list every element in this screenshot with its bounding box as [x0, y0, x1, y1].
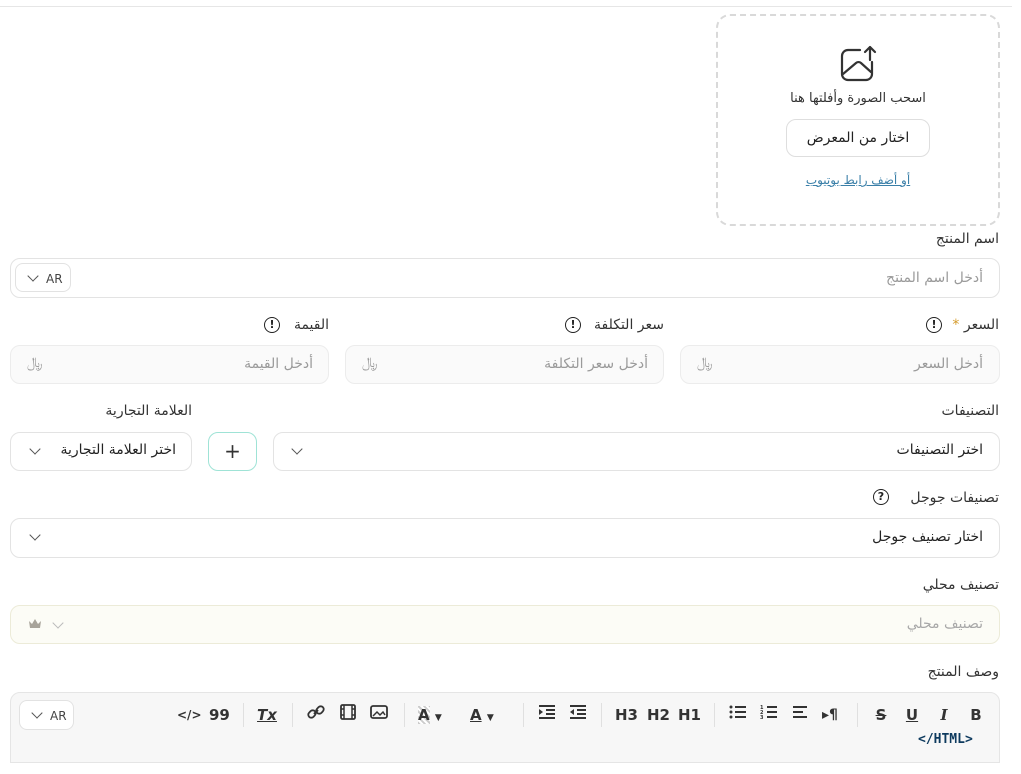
value-label: القيمة	[293, 317, 329, 333]
cost-price-placeholder: أدخل سعر التكلفة	[544, 356, 648, 372]
highlight-icon: A	[418, 706, 430, 724]
paragraph-direction-button[interactable]: ▸¶	[820, 704, 840, 726]
required-mark: *	[952, 317, 960, 333]
brand-label: العلامة التجارية	[105, 403, 192, 419]
code-button[interactable]: </>	[177, 704, 202, 726]
italic-button[interactable]: I	[934, 704, 954, 726]
bold-button[interactable]: B	[966, 704, 986, 726]
font-color-icon: A	[470, 706, 482, 724]
language-code: AR	[50, 709, 67, 723]
price-placeholder: أدخل السعر	[914, 356, 983, 372]
ordered-list-icon: 123	[760, 705, 777, 721]
product-description-label: وصف المنتج	[927, 664, 999, 680]
font-color-button[interactable]: A ▼	[470, 704, 508, 726]
highlight-color-button[interactable]: A ▼	[418, 704, 456, 726]
outdent-button[interactable]	[568, 704, 588, 726]
bullet-list-icon	[729, 705, 746, 719]
google-categories-label: تصنيفات جوجل	[910, 490, 999, 506]
help-icon[interactable]: ?	[873, 489, 889, 505]
product-name-placeholder: أدخل اسم المنتج	[886, 270, 983, 286]
currency-icon: ﷼	[362, 355, 378, 371]
cost-price-info-icon[interactable]: !	[565, 317, 581, 333]
top-divider	[0, 6, 1021, 7]
categories-selected: اختر التصنيفات	[896, 442, 983, 458]
categories-label: التصنيفات	[941, 403, 1000, 419]
align-button[interactable]	[790, 704, 810, 726]
blockquote-button[interactable]: 99	[209, 704, 230, 726]
insert-link-button[interactable]	[306, 704, 326, 726]
google-category-selected: اختار تصنيف جوجل	[872, 529, 983, 545]
google-category-select[interactable]	[10, 518, 1000, 558]
currency-icon: ﷼	[697, 355, 713, 371]
upload-image-icon	[838, 44, 878, 84]
local-category-label: تصنيف محلي	[922, 577, 999, 593]
indent-icon	[539, 705, 555, 719]
heading-1-button[interactable]: H1	[678, 704, 701, 726]
strikethrough-button[interactable]: S	[871, 704, 891, 726]
toolbar-separator	[404, 703, 405, 727]
toolbar-separator	[857, 703, 858, 727]
chevron-down-icon	[27, 270, 39, 282]
svg-text:3: 3	[760, 715, 764, 720]
toolbar-separator	[601, 703, 602, 727]
add-youtube-link[interactable]: أو أضف رابط يوتيوب	[760, 173, 956, 187]
value-placeholder: أدخل القيمة	[244, 356, 313, 372]
heading-2-button[interactable]: H2	[647, 704, 670, 726]
scrollbar-track[interactable]	[1012, 0, 1021, 774]
toolbar-separator	[714, 703, 715, 727]
choose-from-gallery-button[interactable]: اختار من المعرض	[786, 119, 930, 157]
price-label: السعر *	[952, 317, 999, 333]
link-icon	[307, 705, 325, 719]
crown-icon	[28, 617, 42, 631]
clear-formatting-button[interactable]: Tx	[257, 704, 277, 726]
currency-icon: ﷼	[27, 355, 43, 371]
insert-video-button[interactable]	[338, 704, 358, 726]
toolbar-separator	[243, 703, 244, 727]
ordered-list-button[interactable]: 123	[759, 704, 779, 726]
description-language-select[interactable]: AR	[19, 700, 74, 730]
image-icon	[370, 705, 388, 719]
add-category-button[interactable]: +	[208, 432, 257, 471]
categories-select[interactable]	[273, 432, 1000, 471]
product-name-language-select[interactable]: AR	[15, 263, 71, 292]
toolbar-separator	[523, 703, 524, 727]
brand-selected: اختر العلامة التجارية	[60, 442, 176, 458]
language-code: AR	[46, 272, 63, 286]
editor-content-area[interactable]	[10, 762, 1000, 774]
outdent-icon	[570, 705, 586, 719]
price-info-icon[interactable]: !	[926, 317, 942, 333]
heading-3-button[interactable]: H3	[615, 704, 638, 726]
insert-image-button[interactable]	[369, 704, 389, 726]
toolbar-separator	[292, 703, 293, 727]
align-right-icon	[793, 706, 807, 718]
video-icon	[340, 704, 356, 720]
html-toggle[interactable]: </HTML>	[918, 732, 973, 747]
caret-down-icon: ▼	[486, 713, 494, 723]
clear-format-icon: Tx	[257, 706, 277, 724]
arrow-right-icon: ▸	[822, 707, 830, 723]
caret-down-icon: ▼	[434, 713, 442, 723]
chevron-down-icon	[31, 707, 43, 719]
drag-drop-text: اسحب الصورة وأفلتها هنا	[790, 91, 926, 106]
bullet-list-button[interactable]	[728, 704, 748, 726]
value-info-icon[interactable]: !	[264, 317, 280, 333]
underline-button[interactable]: U	[902, 704, 922, 726]
local-category-select[interactable]	[10, 605, 1000, 644]
local-category-placeholder: تصنيف محلي	[906, 616, 983, 632]
cost-price-label: سعر التكلفة	[594, 317, 664, 333]
product-name-field[interactable]	[10, 258, 1000, 298]
indent-button[interactable]	[537, 704, 557, 726]
product-name-label: اسم المنتج	[935, 231, 999, 247]
